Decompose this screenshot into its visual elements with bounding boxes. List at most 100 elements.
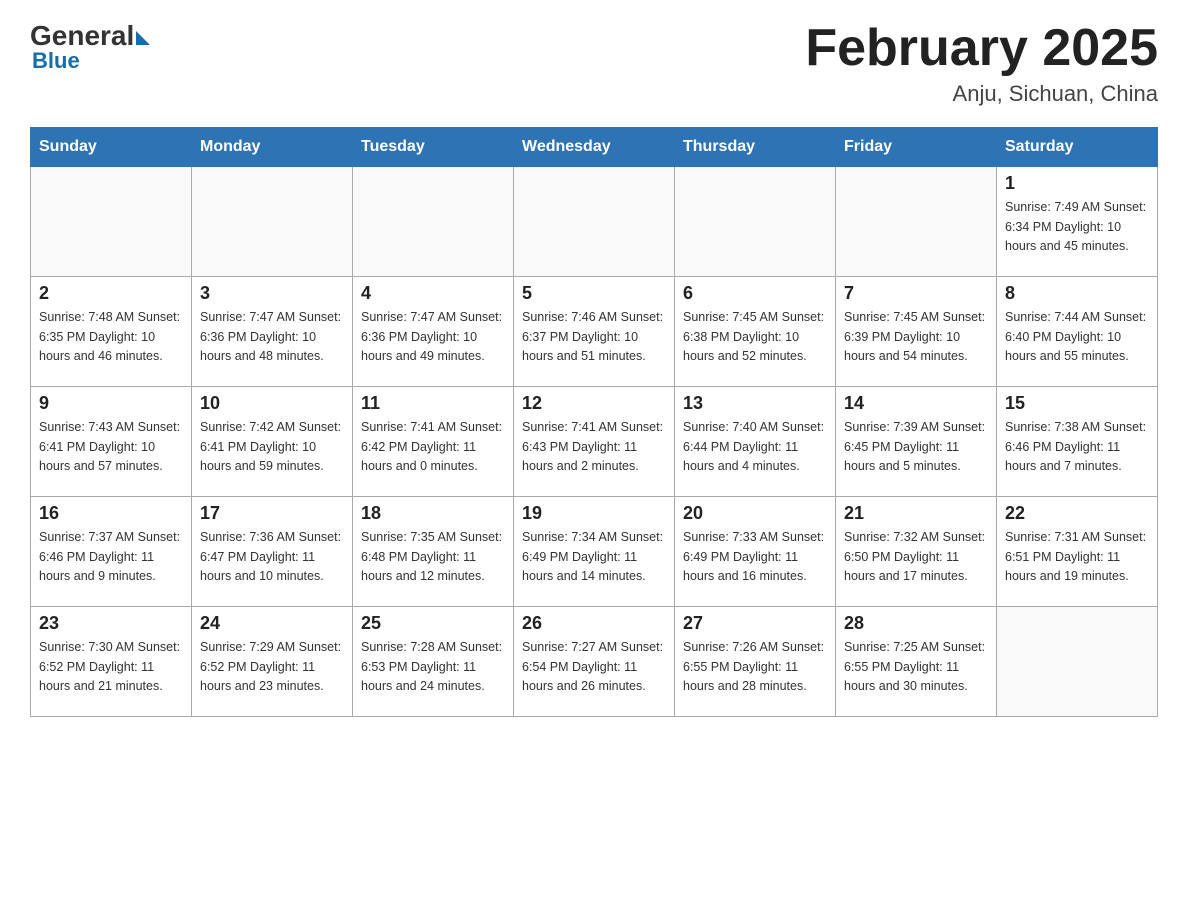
- table-row: 20 Sunrise: 7:33 AM Sunset: 6:49 PM Dayli…: [675, 497, 836, 607]
- day-info: Sunrise: 7:46 AM Sunset: 6:37 PM Dayligh…: [522, 308, 666, 366]
- table-row: [514, 167, 675, 277]
- day-info: Sunrise: 7:41 AM Sunset: 6:42 PM Dayligh…: [361, 418, 505, 476]
- day-number: 25: [361, 613, 505, 634]
- table-row: [836, 167, 997, 277]
- day-info: Sunrise: 7:28 AM Sunset: 6:53 PM Dayligh…: [361, 638, 505, 696]
- day-info: Sunrise: 7:32 AM Sunset: 6:50 PM Dayligh…: [844, 528, 988, 586]
- table-row: 10 Sunrise: 7:42 AM Sunset: 6:41 PM Dayli…: [192, 387, 353, 497]
- table-row: 18 Sunrise: 7:35 AM Sunset: 6:48 PM Dayli…: [353, 497, 514, 607]
- table-row: 22 Sunrise: 7:31 AM Sunset: 6:51 PM Dayli…: [997, 497, 1158, 607]
- calendar-week-row: 2Sunrise: 7:48 AM Sunset: 6:35 PM Daylig…: [31, 277, 1158, 387]
- day-number: 21: [844, 503, 988, 524]
- table-row: [353, 167, 514, 277]
- day-info: Sunrise: 7:26 AM Sunset: 6:55 PM Dayligh…: [683, 638, 827, 696]
- day-number: 27: [683, 613, 827, 634]
- table-row: [31, 167, 192, 277]
- calendar-week-row: 1 Sunrise: 7:49 AM Sunset: 6:34 PM Daylig…: [31, 167, 1158, 277]
- table-row: 17Sunrise: 7:36 AM Sunset: 6:47 PM Dayli…: [192, 497, 353, 607]
- table-row: 2Sunrise: 7:48 AM Sunset: 6:35 PM Daylig…: [31, 277, 192, 387]
- day-number: 19: [522, 503, 666, 524]
- day-info: Sunrise: 7:43 AM Sunset: 6:41 PM Dayligh…: [39, 418, 183, 476]
- day-info: Sunrise: 7:33 AM Sunset: 6:49 PM Dayligh…: [683, 528, 827, 586]
- table-row: 6 Sunrise: 7:45 AM Sunset: 6:38 PM Daylig…: [675, 277, 836, 387]
- table-row: 5 Sunrise: 7:46 AM Sunset: 6:37 PM Daylig…: [514, 277, 675, 387]
- day-info: Sunrise: 7:25 AM Sunset: 6:55 PM Dayligh…: [844, 638, 988, 696]
- day-info: Sunrise: 7:42 AM Sunset: 6:41 PM Dayligh…: [200, 418, 344, 476]
- day-number: 15: [1005, 393, 1149, 414]
- table-row: 27 Sunrise: 7:26 AM Sunset: 6:55 PM Dayli…: [675, 607, 836, 717]
- table-row: 13 Sunrise: 7:40 AM Sunset: 6:44 PM Dayli…: [675, 387, 836, 497]
- day-number: 3: [200, 283, 344, 304]
- day-info: Sunrise: 7:35 AM Sunset: 6:48 PM Dayligh…: [361, 528, 505, 586]
- day-number: 6: [683, 283, 827, 304]
- day-info: Sunrise: 7:34 AM Sunset: 6:49 PM Dayligh…: [522, 528, 666, 586]
- day-info: Sunrise: 7:44 AM Sunset: 6:40 PM Dayligh…: [1005, 308, 1149, 366]
- day-number: 4: [361, 283, 505, 304]
- calendar-title: February 2025: [805, 20, 1158, 77]
- table-row: 15Sunrise: 7:38 AM Sunset: 6:46 PM Dayli…: [997, 387, 1158, 497]
- day-number: 5: [522, 283, 666, 304]
- day-number: 13: [683, 393, 827, 414]
- day-number: 14: [844, 393, 988, 414]
- day-number: 20: [683, 503, 827, 524]
- day-number: 26: [522, 613, 666, 634]
- table-row: 16Sunrise: 7:37 AM Sunset: 6:46 PM Dayli…: [31, 497, 192, 607]
- day-number: 11: [361, 393, 505, 414]
- calendar-header-row: Sunday Monday Tuesday Wednesday Thursday…: [31, 128, 1158, 167]
- day-info: Sunrise: 7:41 AM Sunset: 6:43 PM Dayligh…: [522, 418, 666, 476]
- day-info: Sunrise: 7:49 AM Sunset: 6:34 PM Dayligh…: [1005, 198, 1149, 256]
- day-info: Sunrise: 7:45 AM Sunset: 6:39 PM Dayligh…: [844, 308, 988, 366]
- day-number: 9: [39, 393, 183, 414]
- table-row: 3Sunrise: 7:47 AM Sunset: 6:36 PM Daylig…: [192, 277, 353, 387]
- day-number: 18: [361, 503, 505, 524]
- logo-blue-text: Blue: [32, 48, 80, 74]
- table-row: 12 Sunrise: 7:41 AM Sunset: 6:43 PM Dayli…: [514, 387, 675, 497]
- header-monday: Monday: [192, 128, 353, 167]
- title-block: February 2025 Anju, Sichuan, China: [805, 20, 1158, 107]
- header-sunday: Sunday: [31, 128, 192, 167]
- day-info: Sunrise: 7:27 AM Sunset: 6:54 PM Dayligh…: [522, 638, 666, 696]
- table-row: 14 Sunrise: 7:39 AM Sunset: 6:45 PM Dayli…: [836, 387, 997, 497]
- day-number: 10: [200, 393, 344, 414]
- table-row: 4 Sunrise: 7:47 AM Sunset: 6:36 PM Daylig…: [353, 277, 514, 387]
- day-info: Sunrise: 7:31 AM Sunset: 6:51 PM Dayligh…: [1005, 528, 1149, 586]
- day-info: Sunrise: 7:39 AM Sunset: 6:45 PM Dayligh…: [844, 418, 988, 476]
- calendar-week-row: 23 Sunrise: 7:30 AM Sunset: 6:52 PM Dayli…: [31, 607, 1158, 717]
- table-row: 7 Sunrise: 7:45 AM Sunset: 6:39 PM Daylig…: [836, 277, 997, 387]
- day-info: Sunrise: 7:47 AM Sunset: 6:36 PM Dayligh…: [361, 308, 505, 366]
- page-header: General Blue February 2025 Anju, Sichuan…: [30, 20, 1158, 107]
- table-row: [192, 167, 353, 277]
- header-tuesday: Tuesday: [353, 128, 514, 167]
- day-number: 28: [844, 613, 988, 634]
- table-row: 23 Sunrise: 7:30 AM Sunset: 6:52 PM Dayli…: [31, 607, 192, 717]
- day-number: 2: [39, 283, 183, 304]
- table-row: 8 Sunrise: 7:44 AM Sunset: 6:40 PM Daylig…: [997, 277, 1158, 387]
- calendar-table: Sunday Monday Tuesday Wednesday Thursday…: [30, 127, 1158, 717]
- table-row: [675, 167, 836, 277]
- day-number: 1: [1005, 173, 1149, 194]
- calendar-week-row: 16Sunrise: 7:37 AM Sunset: 6:46 PM Dayli…: [31, 497, 1158, 607]
- day-number: 12: [522, 393, 666, 414]
- calendar-week-row: 9 Sunrise: 7:43 AM Sunset: 6:41 PM Daylig…: [31, 387, 1158, 497]
- day-info: Sunrise: 7:40 AM Sunset: 6:44 PM Dayligh…: [683, 418, 827, 476]
- day-info: Sunrise: 7:29 AM Sunset: 6:52 PM Dayligh…: [200, 638, 344, 696]
- day-number: 24: [200, 613, 344, 634]
- table-row: 21 Sunrise: 7:32 AM Sunset: 6:50 PM Dayli…: [836, 497, 997, 607]
- table-row: 26 Sunrise: 7:27 AM Sunset: 6:54 PM Dayli…: [514, 607, 675, 717]
- header-thursday: Thursday: [675, 128, 836, 167]
- day-number: 23: [39, 613, 183, 634]
- table-row: 9 Sunrise: 7:43 AM Sunset: 6:41 PM Daylig…: [31, 387, 192, 497]
- table-row: [997, 607, 1158, 717]
- day-number: 8: [1005, 283, 1149, 304]
- day-info: Sunrise: 7:37 AM Sunset: 6:46 PM Dayligh…: [39, 528, 183, 586]
- header-friday: Friday: [836, 128, 997, 167]
- table-row: 1 Sunrise: 7:49 AM Sunset: 6:34 PM Daylig…: [997, 167, 1158, 277]
- day-number: 7: [844, 283, 988, 304]
- day-info: Sunrise: 7:30 AM Sunset: 6:52 PM Dayligh…: [39, 638, 183, 696]
- table-row: 28 Sunrise: 7:25 AM Sunset: 6:55 PM Dayli…: [836, 607, 997, 717]
- table-row: 24 Sunrise: 7:29 AM Sunset: 6:52 PM Dayli…: [192, 607, 353, 717]
- day-number: 22: [1005, 503, 1149, 524]
- header-wednesday: Wednesday: [514, 128, 675, 167]
- day-info: Sunrise: 7:36 AM Sunset: 6:47 PM Dayligh…: [200, 528, 344, 586]
- day-info: Sunrise: 7:45 AM Sunset: 6:38 PM Dayligh…: [683, 308, 827, 366]
